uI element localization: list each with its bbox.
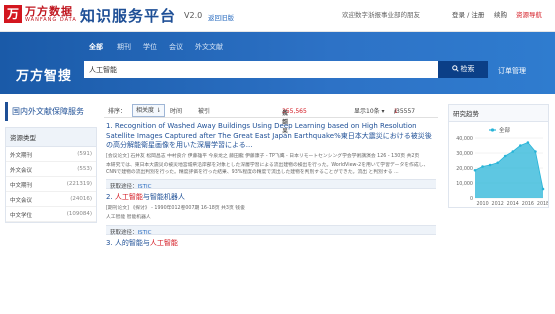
sidebar-item-chinese-conference[interactable]: 中文会议 (24016) (6, 192, 96, 207)
search-button[interactable]: 检索 (438, 61, 488, 78)
result-item-1: 1. Recognition of Washed Away Buildings … (104, 118, 438, 190)
y-tick-label: 20,000 (456, 166, 473, 172)
result-title-link[interactable]: 2. 人工智能与智能机器人 (106, 193, 436, 203)
sidebar-item-chinese-journal[interactable]: 中文期刊 (221319) (6, 177, 96, 192)
result-title-link[interactable]: 3. 人的智能与人工智能 (106, 239, 436, 249)
results-panel: 排序： 相关度 ⇂ 时间 被引 找到 355,565 条结果 显示10条 ▾ ‹… (104, 104, 438, 248)
resource-type-filter: 资源类型 外文期刊 (591) 外文会议 (553) 中文期刊 (221319)… (5, 127, 97, 223)
cart-link[interactable]: 续购 (494, 9, 507, 19)
result-title-text: 1. Recognition of Washed Away Buildings … (106, 122, 432, 149)
scope-tab-conference[interactable]: 会议 (169, 42, 183, 52)
x-tick-label: 2014 (507, 201, 519, 207)
sort-cited[interactable]: 被引 (198, 106, 210, 115)
data-point (519, 144, 522, 147)
version-label: V2.0 (184, 11, 203, 20)
search-icon (451, 65, 459, 72)
x-tick-label: 2016 (522, 201, 534, 207)
sidebar: 国内外文献保障服务 资源类型 外文期刊 (591) 外文会议 (553) 中文期… (5, 102, 97, 223)
order-management-link[interactable]: 订单管理 (498, 66, 526, 76)
sidebar-item-count: (553) (77, 166, 92, 172)
brand-title: 万方智搜 (16, 69, 73, 84)
result-item-2: 2. 人工智能与智能机器人 [期刊论文] 《探讨》 - 1990年012卷007… (104, 189, 438, 236)
trend-area (475, 142, 543, 198)
result-meta: [会议论文] 石井友 松岡昌志 中村良介 伊藤雄平 今泉龙之 藤田龍 伊藤康子 … (106, 153, 420, 159)
data-point (481, 165, 484, 168)
login-register-link[interactable]: 登录 / 注册 (452, 9, 484, 19)
data-point (534, 150, 537, 153)
sidebar-item-count: (24016) (70, 196, 92, 202)
result-title-text: 2. (106, 193, 115, 201)
trend-title: 研究趋势 (449, 105, 548, 122)
x-tick-label: 2018 (537, 201, 548, 207)
x-tick-label: 2010 (476, 201, 488, 207)
legend-label: 全部 (499, 126, 511, 134)
data-point (473, 168, 477, 172)
old-version-link[interactable]: 返回旧版 (208, 12, 234, 22)
y-tick-label: 0 (470, 196, 473, 202)
result-title-link[interactable]: 1. Recognition of Washed Away Buildings … (106, 122, 436, 151)
sidebar-item-label: 外文会议 (10, 168, 33, 174)
sidebar-item-count: (591) (77, 151, 92, 157)
data-point (511, 150, 515, 153)
access-route: 获取途径：ISTIC (106, 179, 436, 190)
result-meta: [期刊论文] 《探讨》 - 1990年012卷007期 16-18页 共3页 钱… (106, 205, 245, 211)
sort-bar: 排序： 相关度 ⇂ 时间 被引 找到 355,565 条结果 显示10条 ▾ ‹… (104, 104, 438, 135)
platform-title: 知识服务平台 (80, 7, 177, 25)
sidebar-item-count: (109084) (66, 211, 92, 217)
data-point (488, 163, 492, 167)
next-page-button[interactable]: › (394, 108, 396, 115)
trend-chart[interactable]: 全部010,00020,00030,00040,0002010 2012 2014 2… (449, 122, 549, 210)
data-point (496, 161, 499, 165)
y-tick-label: 30,000 (456, 151, 473, 157)
data-point (503, 154, 507, 158)
legend-marker (490, 128, 495, 132)
sort-relevance[interactable]: 相关度 ⇂ (132, 104, 165, 117)
result-title-text: 与智能机器人 (142, 193, 185, 201)
sort-label: 排序： (108, 108, 127, 115)
per-page-select[interactable]: 显示10条 ▾ (354, 106, 385, 115)
logo-subtext: WANFANG DATA (25, 17, 77, 23)
sidebar-item-foreign-journal[interactable]: 外文期刊 (591) (6, 147, 96, 162)
scope-tab-foreign[interactable]: 外文文献 (195, 42, 223, 52)
sort-time[interactable]: 时间 (170, 106, 182, 115)
sidebar-item-count: (221319) (66, 181, 92, 187)
search-input[interactable] (84, 61, 438, 78)
total-pages: /35557 (394, 108, 416, 115)
sidebar-item-label: 中文会议 (10, 198, 33, 204)
search-banner: 全部 期刊 学位 会议 外文文献 万方智搜 检索 订单管理 (0, 32, 555, 94)
result-title-highlight: 人工智能 (149, 238, 178, 247)
scope-tab-all[interactable]: 全部 (89, 42, 103, 52)
sidebar-title: 国内外文献保障服务 (5, 102, 97, 121)
data-point (526, 141, 530, 144)
resource-type-heading: 资源类型 (6, 128, 96, 147)
y-tick-label: 40,000 (456, 136, 473, 142)
result-item-3: 3. 人的智能与人工智能 (104, 235, 438, 249)
result-title-text: 3. 人的智能与 (106, 238, 150, 247)
result-abstract: 本研究では、東日本大震災の被災地宮城県沿岸部を対象とした深層学習による流出建物の… (106, 163, 429, 175)
sidebar-item-label: 中文期刊 (10, 183, 33, 189)
result-keywords: 人工智能 智能机器人 (106, 215, 151, 220)
scope-tab-degree[interactable]: 学位 (143, 42, 157, 52)
sidebar-item-label: 外文期刊 (10, 153, 33, 159)
wanfang-logo-icon[interactable]: 万 (4, 5, 22, 23)
sidebar-item-chinese-degree[interactable]: 中文学位 (109084) (6, 207, 96, 222)
access-route: 获取途径：ISTIC (106, 224, 436, 236)
sidebar-item-foreign-conference[interactable]: 外文会议 (553) (6, 162, 96, 177)
data-point (541, 187, 545, 191)
sidebar-item-label: 中文学位 (10, 213, 33, 219)
welcome-text: 欢迎数字浙报事业部的朋友 (342, 11, 420, 19)
x-tick-label: 2012 (492, 201, 504, 207)
research-trend-panel: 研究趋势 全部 0 10,000 20,000 30,000 40,000 2010 2012… (448, 104, 549, 208)
scope-tab-journal[interactable]: 期刊 (117, 42, 131, 52)
resource-nav-link[interactable]: 资源导航 (516, 9, 542, 19)
top-bar: 万 万方数据 WANFANG DATA 知识服务平台 V2.0 返回旧版 欢迎数… (0, 0, 555, 32)
result-title-highlight: 人工智能 (114, 193, 143, 201)
search-button-label: 检索 (460, 65, 475, 73)
y-tick-label: 10,000 (456, 181, 473, 187)
